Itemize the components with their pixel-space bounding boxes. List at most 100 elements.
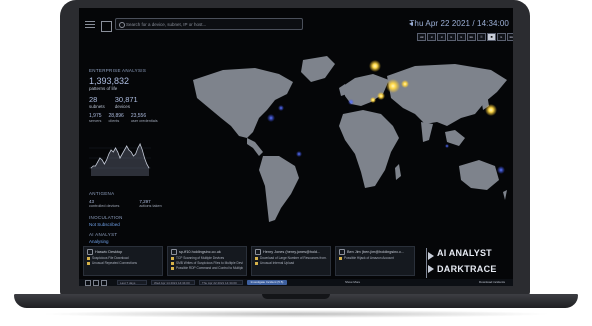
warning-icon bbox=[171, 261, 174, 265]
inoculation-status[interactable]: Not Subscribed bbox=[89, 222, 120, 227]
filter-icon[interactable] bbox=[85, 280, 91, 286]
incident-card-title: Ben Jim (ben.jim@holdingsinc.c... bbox=[347, 250, 405, 254]
incident-line-text: Possible RDP Command and Control to Mult… bbox=[176, 266, 243, 270]
chart-point bbox=[115, 147, 116, 149]
incident-line-text: Unusual Internal Upload bbox=[260, 261, 295, 265]
device-marker[interactable] bbox=[296, 151, 302, 157]
incident-card[interactable]: sp-ff10.holdingsinc.co.uk TCP Scanning of… bbox=[167, 246, 247, 276]
time-control-button[interactable]: ▸ bbox=[457, 33, 466, 41]
incident-line: Download of Large Number of Resources fr… bbox=[255, 256, 327, 260]
home-icon[interactable] bbox=[101, 21, 112, 32]
incident-line: Possible Hijack of Amazon Account bbox=[339, 256, 411, 260]
chart-point bbox=[95, 165, 96, 167]
chart-point bbox=[121, 153, 123, 155]
hotspot-marker[interactable] bbox=[485, 104, 497, 116]
chart-point bbox=[117, 151, 119, 153]
laptop-notch bbox=[262, 294, 330, 299]
time-control-button[interactable]: ◂ bbox=[437, 33, 446, 41]
chart-point bbox=[92, 165, 94, 167]
incident-line-text: Unusual Repeated Connections bbox=[92, 261, 138, 265]
clients-label: clients bbox=[108, 119, 120, 123]
world-map[interactable] bbox=[175, 52, 511, 232]
time-control-button[interactable]: ▸ bbox=[497, 33, 506, 41]
device-marker[interactable] bbox=[348, 99, 354, 105]
device-marker[interactable] bbox=[278, 105, 284, 111]
time-control-button[interactable]: II bbox=[477, 33, 486, 41]
ai-analyst-logo: AI ANALYST bbox=[437, 248, 492, 258]
ai-analyst-status[interactable]: Analysing bbox=[89, 239, 109, 244]
time-control-button[interactable]: ◂◂ bbox=[417, 33, 426, 41]
hotspot-marker[interactable] bbox=[386, 79, 400, 93]
from-date-field[interactable]: Wed Apr 14 2021 14:34:00 bbox=[151, 280, 195, 285]
incident-card[interactable]: Ben Jim (ben.jim@holdingsinc.c... Possibl… bbox=[335, 246, 415, 276]
incident-card-title: sp-ff10.holdingsinc.co.uk bbox=[179, 250, 221, 254]
chart-point bbox=[146, 163, 148, 165]
device-icon bbox=[87, 249, 93, 255]
investigate-button[interactable]: Investigate Incident (5.5) bbox=[247, 280, 287, 285]
warning-icon bbox=[87, 261, 90, 265]
to-date-field[interactable]: Thu Apr 22 2021 14:34:00 bbox=[199, 280, 243, 285]
chart-point bbox=[132, 155, 134, 157]
search-input[interactable]: Search for a device, subnet, IP or host.… bbox=[115, 18, 303, 30]
incident-card-header: sp-ff10.holdingsinc.co.uk bbox=[171, 249, 243, 255]
chart-point bbox=[124, 149, 125, 151]
warning-icon bbox=[171, 266, 174, 270]
download-incidents-link[interactable]: Download incidents bbox=[479, 280, 505, 285]
device-marker[interactable] bbox=[445, 144, 449, 148]
chart-point bbox=[139, 143, 141, 145]
brand-block: AI ANALYST DARKTRACE bbox=[425, 245, 511, 279]
range-select[interactable]: Last 7 days bbox=[117, 280, 147, 285]
incident-card[interactable]: Henry Jones (henry.jones@hold... Download… bbox=[251, 246, 331, 276]
time-control-button[interactable]: ◂ bbox=[427, 33, 436, 41]
chart-point bbox=[135, 153, 137, 155]
patterns-value: 1,393,832 bbox=[89, 76, 130, 86]
controlled-label: controlled devices bbox=[89, 204, 120, 208]
hotspot-marker[interactable] bbox=[401, 80, 409, 88]
antigena-stats: 43 controlled devices 7,297 actions take… bbox=[89, 199, 162, 208]
inoculation-title: INOCULATION bbox=[89, 215, 123, 220]
chart-point bbox=[119, 157, 121, 159]
devices-value: 30,871 bbox=[114, 95, 138, 104]
device-marker[interactable] bbox=[267, 114, 275, 122]
chart-point bbox=[130, 151, 132, 153]
incident-card[interactable]: Haswic Desktop Suspicious File Download Un… bbox=[83, 246, 163, 276]
device-icon bbox=[171, 249, 177, 255]
devices-label: devices bbox=[114, 104, 131, 109]
hotspot-marker[interactable] bbox=[377, 92, 385, 100]
datetime-display[interactable]: Thu Apr 22 2021 / 14:34:00 bbox=[409, 19, 509, 28]
chart-point bbox=[112, 151, 114, 153]
incident-card-header: Ben Jim (ben.jim@holdingsinc.c... bbox=[339, 249, 411, 255]
device-marker[interactable] bbox=[497, 166, 505, 174]
subnets-value: 28 bbox=[89, 95, 98, 104]
chart-point bbox=[128, 149, 130, 151]
incident-card-title: Henry Jones (henry.jones@hold... bbox=[263, 250, 321, 254]
device-icon bbox=[339, 249, 345, 255]
ai-analyst-title: AI ANALYST bbox=[89, 232, 118, 237]
incident-line: Unusual Internal Upload bbox=[255, 261, 327, 265]
list-icon[interactable] bbox=[93, 280, 99, 286]
incident-line-text: TCP Scanning of Multiple Devices bbox=[176, 256, 225, 260]
incident-card-header: Haswic Desktop bbox=[87, 249, 159, 255]
warning-icon bbox=[171, 256, 174, 260]
search-icon bbox=[119, 22, 125, 28]
warning-icon bbox=[339, 256, 342, 260]
time-control-button[interactable]: ▸▸ bbox=[507, 33, 513, 41]
hotspot-marker[interactable] bbox=[369, 60, 381, 72]
time-control-button[interactable]: ▸ bbox=[447, 33, 456, 41]
chart-point bbox=[144, 157, 145, 159]
show-more-link[interactable]: Show More bbox=[345, 280, 360, 285]
time-control-button[interactable]: ■ bbox=[487, 33, 496, 41]
hotspot-marker[interactable] bbox=[370, 97, 376, 103]
incident-line-text: Possible Hijack of Amazon Account bbox=[344, 256, 394, 260]
chart-point bbox=[126, 145, 128, 147]
warning-icon bbox=[255, 261, 258, 265]
time-control-button[interactable]: ▸▸ bbox=[467, 33, 476, 41]
menu-icon[interactable] bbox=[85, 21, 95, 29]
settings-icon[interactable] bbox=[101, 280, 107, 286]
servers-label: servers bbox=[89, 119, 102, 123]
warning-icon bbox=[87, 256, 90, 260]
time-controls: ◂◂◂◂▸▸▸▸II■▸▸▸▸▸▸⟲ bbox=[417, 33, 513, 41]
laptop-shadow bbox=[40, 310, 552, 318]
incident-line-text: SMB Writes of Suspicious Files to Multip… bbox=[176, 261, 243, 265]
incident-card-header: Henry Jones (henry.jones@hold... bbox=[255, 249, 327, 255]
